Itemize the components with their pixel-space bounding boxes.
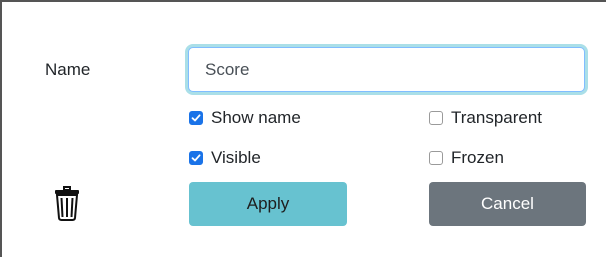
visible-label: Visible xyxy=(211,148,261,167)
checkbox-unchecked-icon xyxy=(429,111,443,125)
properties-dialog: Name Show name Visible Transparent Froze… xyxy=(0,0,606,257)
transparent-label: Transparent xyxy=(451,108,543,127)
show-name-label: Show name xyxy=(211,108,301,127)
name-input[interactable] xyxy=(188,47,585,92)
visible-checkbox[interactable]: Visible xyxy=(189,148,261,168)
checkbox-checked-icon xyxy=(189,111,203,125)
frozen-checkbox[interactable]: Frozen xyxy=(429,148,504,168)
transparent-checkbox[interactable]: Transparent xyxy=(429,108,542,128)
name-label: Name xyxy=(45,60,91,79)
apply-button[interactable]: Apply xyxy=(189,182,347,226)
trash-icon xyxy=(55,186,79,221)
checkbox-checked-icon xyxy=(189,151,203,165)
cancel-button[interactable]: Cancel xyxy=(429,182,586,226)
delete-button[interactable] xyxy=(52,182,82,222)
show-name-checkbox[interactable]: Show name xyxy=(189,108,301,128)
checkbox-unchecked-icon xyxy=(429,151,443,165)
frozen-label: Frozen xyxy=(451,148,504,167)
